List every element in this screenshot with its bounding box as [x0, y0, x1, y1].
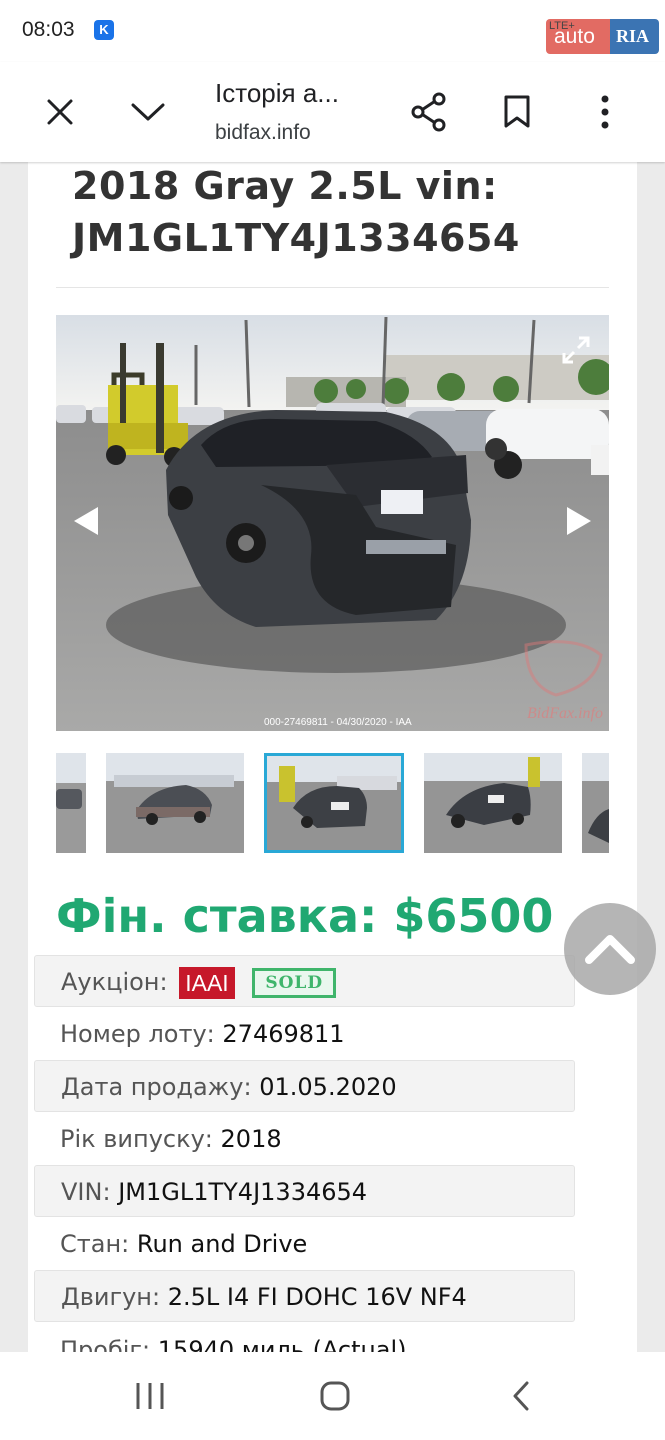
back-button[interactable]: [493, 1372, 549, 1420]
detail-row-lot: Номер лоту: 27469811: [34, 1008, 575, 1060]
minimize-button[interactable]: [120, 84, 176, 140]
share-button[interactable]: [401, 84, 457, 140]
lot-label: Номер лоту:: [60, 1020, 215, 1048]
sale-date-value: 01.05.2020: [259, 1073, 397, 1101]
home-icon: [320, 1381, 350, 1411]
photo-brand-watermark: BidFax.info: [527, 705, 603, 722]
thumbnail[interactable]: [424, 753, 562, 853]
divider: [56, 287, 609, 288]
vin-value: JM1GL1TY4J1334654: [118, 1178, 368, 1206]
mileage-label: Пробіг:: [60, 1336, 151, 1352]
thumbnail-strip: [56, 751, 609, 853]
photo-watermark: 000-27469811 - 04/30/2020 - IAA: [264, 717, 412, 728]
main-photo[interactable]: 000-27469811 - 04/30/2020 - IAA BidFax.i…: [56, 315, 609, 731]
condition-label: Стан:: [60, 1230, 130, 1258]
arrow-left-icon[interactable]: [74, 507, 98, 535]
page-title: Історія а...: [215, 78, 339, 108]
recents-icon: [136, 1383, 164, 1409]
detail-row-mileage: Пробіг: 15940 миль (Actual): [34, 1324, 575, 1352]
detail-row-engine: Двигун: 2.5L I4 FI DOHC 16V NF4: [34, 1270, 575, 1322]
detail-row-year: Рік випуску: 2018: [34, 1113, 575, 1165]
status-bar: 08:03 K auto RIA LTE+: [0, 0, 665, 62]
lot-value: 27469811: [222, 1020, 345, 1048]
condition-value: Run and Drive: [136, 1230, 308, 1258]
thumbnail-active[interactable]: [264, 753, 404, 853]
thumbnail[interactable]: [56, 753, 86, 853]
auction-label: Аукціон:: [61, 968, 168, 996]
network-indicator: LTE+: [549, 20, 575, 32]
home-button[interactable]: [307, 1372, 363, 1420]
bookmark-button[interactable]: [489, 84, 545, 140]
chevron-down-icon: [131, 103, 165, 121]
year-value: 2018: [220, 1125, 282, 1153]
page-url: bidfax.info: [215, 121, 311, 144]
close-button[interactable]: [32, 84, 88, 140]
close-icon: [47, 99, 73, 125]
system-nav-bar: [0, 1352, 665, 1440]
detail-row-sale-date: Дата продажу: 01.05.2020: [34, 1060, 575, 1112]
web-content: 2018 Gray 2.5L vin: JM1GL1TY4J1334654 00…: [0, 162, 665, 1352]
thumbnail[interactable]: [582, 753, 609, 853]
mileage-value: 15940 миль (Actual): [157, 1336, 407, 1352]
expand-icon[interactable]: [561, 335, 591, 365]
sale-date-label: Дата продажу:: [61, 1073, 252, 1101]
thumbnail[interactable]: [106, 753, 244, 853]
more-vert-icon: [601, 95, 609, 129]
chevron-up-icon: [585, 935, 635, 964]
more-options-button[interactable]: [577, 84, 633, 140]
damaged-car-photo: [56, 315, 609, 731]
final-bid-price: Фін. ставка: $6500: [56, 889, 554, 943]
bookmark-icon: [504, 95, 530, 128]
share-icon: [411, 92, 446, 132]
custom-tab-toolbar: Історія а... bidfax.info: [0, 62, 665, 162]
sold-badge: SOLD: [252, 968, 337, 998]
recents-button[interactable]: [122, 1372, 178, 1420]
year-label: Рік випуску:: [60, 1125, 213, 1153]
app-notification-icon: K: [94, 20, 114, 40]
detail-row-vin: VIN: JM1GL1TY4J1334654: [34, 1165, 575, 1217]
ad-ria-text: RIA: [610, 19, 659, 54]
lot-heading: 2018 Gray 2.5L vin: JM1GL1TY4J1334654: [72, 164, 520, 260]
status-time: 08:03: [22, 18, 75, 41]
iaai-badge: IAAI: [179, 967, 235, 999]
vin-label: VIN:: [61, 1178, 111, 1206]
scroll-to-top-button[interactable]: [564, 903, 656, 995]
arrow-right-icon[interactable]: [567, 507, 591, 535]
detail-row-condition: Стан: Run and Drive: [34, 1218, 575, 1270]
engine-value: 2.5L I4 FI DOHC 16V NF4: [167, 1283, 467, 1311]
engine-label: Двигун:: [61, 1283, 161, 1311]
detail-row-auction: Аукціон: IAAI SOLD: [34, 955, 575, 1007]
back-icon: [513, 1381, 529, 1411]
